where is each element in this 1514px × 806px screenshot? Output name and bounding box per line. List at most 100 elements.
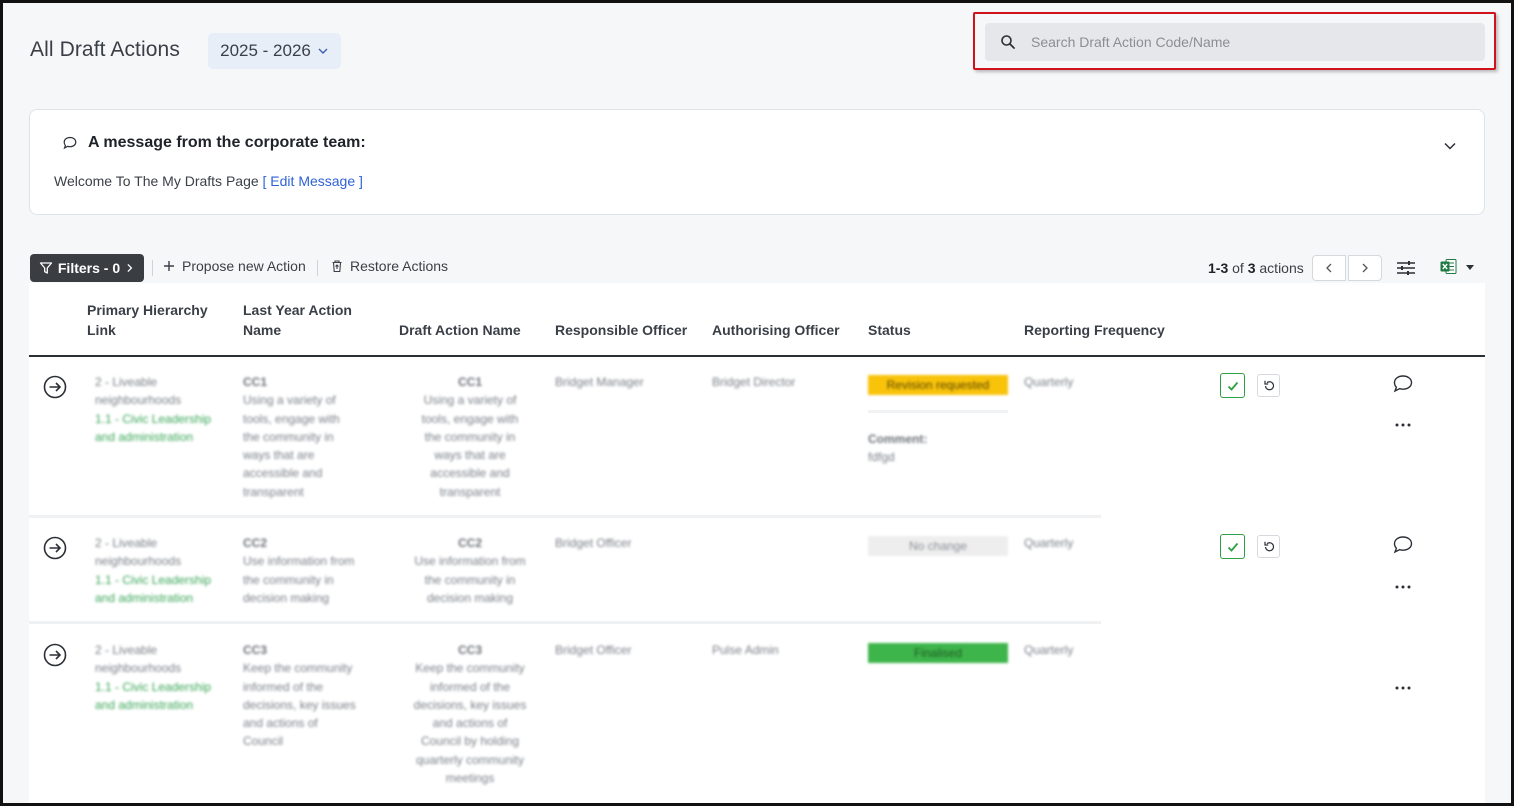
more-options-icon[interactable] (1394, 422, 1412, 428)
column-header-authorising-officer[interactable]: Authorising Officer (712, 320, 840, 340)
filter-icon (39, 262, 53, 274)
chevron-down-icon (318, 48, 328, 54)
message-body: Welcome To The My Drafts Page [ Edit Mes… (54, 173, 363, 189)
previous-page-button[interactable] (1312, 255, 1346, 281)
count-total: 3 (1247, 260, 1256, 276)
undo-icon (1263, 380, 1274, 390)
message-card: A message from the corporate team: Welco… (29, 109, 1485, 215)
header-line: Primary Hierarchy (87, 302, 208, 318)
hierarchy-link[interactable]: 1.1 - Civic Leadership (95, 410, 211, 428)
column-header-primary-hierarchy[interactable]: Primary Hierarchy Link (87, 300, 208, 340)
table-cell-authorising: Bridget Director (712, 375, 796, 389)
open-arrow-icon[interactable] (43, 536, 67, 560)
column-header-last-year-action[interactable]: Last Year Action Name (243, 300, 352, 340)
column-header-reporting-frequency[interactable]: Reporting Frequency (1024, 320, 1165, 340)
column-header-status[interactable]: Status (868, 320, 911, 340)
header-line: Link (87, 322, 116, 338)
cell-line: the community in (424, 429, 516, 444)
checkmark-icon (1227, 381, 1238, 391)
comment-text: fdfgd (868, 450, 895, 465)
speech-bubble-icon (63, 136, 77, 150)
cell-line: tools, engage with (243, 411, 340, 426)
hierarchy-link[interactable]: and administration (95, 696, 211, 714)
status-comment: Comment: fdfgd (868, 430, 927, 467)
status-badge: Finalised (868, 643, 1008, 663)
chevron-right-icon (1362, 263, 1368, 273)
row-divider (29, 621, 1101, 624)
cell-line: decisions, key issues (243, 697, 356, 712)
propose-action-button[interactable]: Propose new Action (162, 258, 306, 274)
results-count: 1-3 of 3 actions (1208, 260, 1304, 276)
edit-message-link[interactable]: [ Edit Message ] (263, 173, 363, 189)
year-select[interactable]: 2025 - 2026 (208, 33, 341, 69)
hierarchy-link[interactable]: and administration (95, 589, 211, 607)
hierarchy-link[interactable]: and administration (95, 428, 211, 446)
cell-line: accessible and (430, 466, 510, 481)
trash-restore-icon (332, 260, 342, 273)
export-excel-button[interactable] (1440, 258, 1475, 275)
table-cell-authorising: Pulse Admin (712, 643, 779, 657)
filters-button[interactable]: Filters - 0 (30, 254, 144, 282)
column-settings-icon[interactable] (1396, 258, 1416, 278)
cell-line: accessible and (243, 466, 323, 481)
undo-icon (1263, 541, 1274, 551)
count-unit: actions (1259, 260, 1304, 276)
approve-button[interactable] (1220, 534, 1245, 559)
comment-icon[interactable] (1392, 374, 1414, 394)
column-header-draft-action[interactable]: Draft Action Name (399, 320, 521, 340)
restore-actions-button[interactable]: Restore Actions (330, 258, 448, 274)
cell-line: Keep the community (415, 661, 525, 676)
open-arrow-icon[interactable] (43, 643, 67, 667)
cell-line: the community in (243, 429, 334, 444)
excel-icon (1440, 259, 1457, 274)
cell-line: ways that are (243, 448, 315, 463)
table-cell-last-year: CC3 Keep the community informed of the d… (243, 641, 356, 751)
cell-line: informed of the (429, 679, 511, 694)
cell-line: Council by holding (420, 734, 520, 749)
row-divider (29, 515, 1101, 518)
revert-button[interactable] (1257, 374, 1280, 397)
checkmark-icon (1227, 542, 1238, 552)
search-input[interactable] (1031, 34, 1451, 50)
more-options-icon[interactable] (1394, 685, 1412, 691)
year-select-value: 2025 - 2026 (220, 41, 311, 60)
chevron-down-icon[interactable] (1442, 138, 1458, 154)
table-cell-hierarchy: 2 - Liveable neighbourhoods 1.1 - Civic … (95, 641, 211, 714)
caret-down-icon (1466, 264, 1474, 270)
header-divider (29, 355, 1485, 357)
cell-line: 2 - Liveable (95, 643, 158, 657)
hierarchy-link[interactable]: 1.1 - Civic Leadership (95, 678, 211, 696)
more-options-icon[interactable] (1394, 584, 1412, 590)
cell-line: Council (243, 734, 284, 749)
status-badge: No change (868, 536, 1008, 556)
approve-button[interactable] (1220, 373, 1245, 398)
cell-line: 2 - Liveable (95, 536, 158, 550)
header-line: Name (243, 322, 282, 338)
revert-button[interactable] (1257, 535, 1280, 558)
comment-label: Comment: (868, 432, 928, 446)
action-code: CC3 (457, 643, 482, 657)
cell-line: quarterly community (415, 752, 525, 767)
cell-line: tools, engage with (421, 411, 519, 426)
action-code: CC2 (457, 536, 482, 550)
chevron-right-icon (127, 263, 133, 273)
table-cell-responsible: Bridget Manager (555, 375, 644, 389)
chevron-left-icon (1326, 263, 1332, 273)
cell-line: informed of the (243, 679, 324, 694)
action-code: CC3 (243, 643, 268, 657)
next-page-button[interactable] (1348, 255, 1382, 281)
table-cell-responsible: Bridget Officer (555, 643, 632, 657)
open-arrow-icon[interactable] (43, 375, 67, 399)
status-badge: Revision requested (868, 375, 1008, 395)
count-of: of (1232, 260, 1244, 276)
table-cell-responsible: Bridget Officer (555, 536, 632, 550)
action-code: CC1 (243, 375, 268, 389)
search-box[interactable] (985, 23, 1485, 61)
hierarchy-link[interactable]: 1.1 - Civic Leadership (95, 571, 211, 589)
toolbar-divider (317, 260, 318, 276)
cell-line: decisions, key issues (413, 697, 527, 712)
comment-icon[interactable] (1392, 535, 1414, 555)
action-code: CC1 (457, 375, 482, 389)
column-header-responsible-officer[interactable]: Responsible Officer (555, 320, 687, 340)
table-cell-last-year: CC2 Use information from the community i… (243, 534, 354, 607)
